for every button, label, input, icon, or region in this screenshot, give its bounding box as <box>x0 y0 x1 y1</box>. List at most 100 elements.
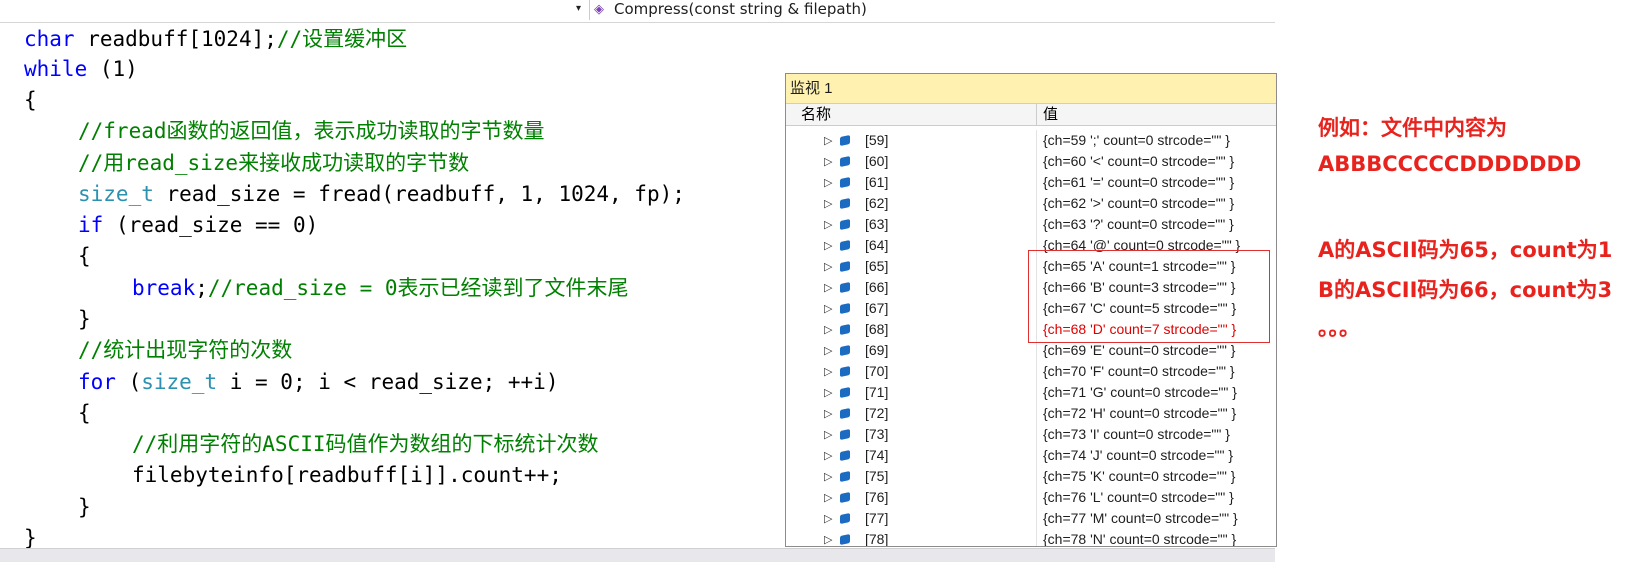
member-combo[interactable]: Compress(const string & filepath) <box>614 0 867 18</box>
annotation-line-2: ABBBCCCCCDDDDDDD <box>1318 152 1582 176</box>
watch-row-name: [75] <box>865 468 889 484</box>
code-type: size_t <box>78 182 154 206</box>
expand-arrow-icon[interactable]: ▷ <box>824 151 832 172</box>
annotation-line-3: A的ASCII码为65，count为1 <box>1318 238 1613 262</box>
expand-arrow-icon[interactable]: ▷ <box>824 361 832 382</box>
dropdown-arrow-icon[interactable]: ▾ <box>576 3 581 14</box>
variable-icon <box>840 407 850 420</box>
expand-arrow-icon[interactable]: ▷ <box>824 130 832 151</box>
column-value-header[interactable]: 值 <box>1036 104 1058 125</box>
watch-row-name: [65] <box>865 258 889 274</box>
watch-row[interactable]: ▷ [65] {ch=65 'A' count=1 strcode="" } <box>786 256 1276 277</box>
watch-row[interactable]: ▷ [75] {ch=75 'K' count=0 strcode="" } <box>786 466 1276 487</box>
code-text: ( <box>115 370 142 394</box>
code-line-15: filebyteinfo[readbuff[i]].count++; <box>132 463 562 487</box>
watch-row[interactable]: ▷ [74] {ch=74 'J' count=0 strcode="" } <box>786 445 1276 466</box>
watch-row[interactable]: ▷ [60] {ch=60 '<' count=0 strcode="" } <box>786 151 1276 172</box>
variable-icon <box>840 365 850 378</box>
watch-row-value: {ch=72 'H' count=0 strcode="" } <box>1036 403 1236 424</box>
watch-row[interactable]: ▷ [63] {ch=63 '?' count=0 strcode="" } <box>786 214 1276 235</box>
watch-row-value: {ch=66 'B' count=3 strcode="" } <box>1036 277 1235 298</box>
watch-row[interactable]: ▷ [66] {ch=66 'B' count=3 strcode="" } <box>786 277 1276 298</box>
watch-row[interactable]: ▷ [76] {ch=76 'L' count=0 strcode="" } <box>786 487 1276 508</box>
watch-row-name: [63] <box>865 216 889 232</box>
variable-icon <box>840 218 850 231</box>
variable-icon <box>840 302 850 315</box>
watch-row-name: [61] <box>865 174 889 190</box>
column-name-header[interactable]: 名称 <box>801 104 831 125</box>
watch-row-name: [67] <box>865 300 889 316</box>
watch-row-name: [62] <box>865 195 889 211</box>
watch-row[interactable]: ▷ [77] {ch=77 'M' count=0 strcode="" } <box>786 508 1276 529</box>
watch-row-value: {ch=61 '=' count=0 strcode="" } <box>1036 172 1234 193</box>
watch-row[interactable]: ▷ [70] {ch=70 'F' count=0 strcode="" } <box>786 361 1276 382</box>
watch-column-header: 名称 值 <box>786 104 1276 126</box>
watch-row[interactable]: ▷ [73] {ch=73 'I' count=0 strcode="" } <box>786 424 1276 445</box>
watch-row[interactable]: ▷ [72] {ch=72 'H' count=0 strcode="" } <box>786 403 1276 424</box>
watch-row[interactable]: ▷ [59] {ch=59 ';' count=0 strcode="" } <box>786 130 1276 151</box>
code-line-1: char readbuff[1024];//设置缓冲区 <box>24 23 407 55</box>
watch-row-name: [68] <box>865 321 889 337</box>
watch-row[interactable]: ▷ [67] {ch=67 'C' count=5 strcode="" } <box>786 298 1276 319</box>
expand-arrow-icon[interactable]: ▷ <box>824 193 832 214</box>
expand-arrow-icon[interactable]: ▷ <box>824 508 832 529</box>
watch-row[interactable]: ▷ [68] {ch=68 'D' count=7 strcode="" } <box>786 319 1276 340</box>
expand-arrow-icon[interactable]: ▷ <box>824 487 832 508</box>
expand-arrow-icon[interactable]: ▷ <box>824 466 832 487</box>
code-text: ; <box>195 276 208 300</box>
annotation-line-4: B的ASCII码为66，count为3 <box>1318 278 1613 302</box>
code-text: read_size = fread(readbuff, 1, 1024, fp)… <box>153 182 685 206</box>
code-line-4: //fread函数的返回值，表示成功读取的字节数量 <box>78 119 545 143</box>
watch-row-value: {ch=63 '?' count=0 strcode="" } <box>1036 214 1234 235</box>
expand-arrow-icon[interactable]: ▷ <box>824 319 832 340</box>
expand-arrow-icon[interactable]: ▷ <box>824 445 832 466</box>
watch-row-value: {ch=78 'N' count=0 strcode="" } <box>1036 529 1236 546</box>
watch-row-name: [73] <box>865 426 889 442</box>
watch-row-value: {ch=59 ';' count=0 strcode="" } <box>1036 130 1230 151</box>
watch-row-name: [78] <box>865 531 889 547</box>
horizontal-scrollbar[interactable] <box>0 548 1275 562</box>
code-line-9: break;//read_size = 0表示已经读到了文件末尾 <box>132 272 629 304</box>
variable-icon <box>840 449 850 462</box>
variable-icon <box>840 260 850 273</box>
watch-row-value: {ch=75 'K' count=0 strcode="" } <box>1036 466 1235 487</box>
watch-row-value: {ch=69 'E' count=0 strcode="" } <box>1036 340 1235 361</box>
watch-row[interactable]: ▷ [64] {ch=64 '@' count=0 strcode="" } <box>786 235 1276 256</box>
code-text: i = 0; i < read_size; ++i) <box>217 370 559 394</box>
watch-row[interactable]: ▷ [78] {ch=78 'N' count=0 strcode="" } <box>786 529 1276 547</box>
expand-arrow-icon[interactable]: ▷ <box>824 214 832 235</box>
expand-arrow-icon[interactable]: ▷ <box>824 277 832 298</box>
expand-arrow-icon[interactable]: ▷ <box>824 298 832 319</box>
expand-arrow-icon[interactable]: ▷ <box>824 529 832 546</box>
watch-row-value: {ch=65 'A' count=1 strcode="" } <box>1036 256 1235 277</box>
code-line-12: for (size_t i = 0; i < read_size; ++i) <box>78 366 558 398</box>
watch-row-value: {ch=76 'L' count=0 strcode="" } <box>1036 487 1234 508</box>
code-line-13: { <box>78 401 91 425</box>
watch-row-name: [71] <box>865 384 889 400</box>
code-comment: //read_size = 0表示已经读到了文件末尾 <box>207 276 629 300</box>
watch-row[interactable]: ▷ [71] {ch=71 'G' count=0 strcode="" } <box>786 382 1276 403</box>
watch-row-value: {ch=60 '<' count=0 strcode="" } <box>1036 151 1234 172</box>
expand-arrow-icon[interactable]: ▷ <box>824 256 832 277</box>
expand-arrow-icon[interactable]: ▷ <box>824 403 832 424</box>
code-line-14: //利用字符的ASCII码值作为数组的下标统计次数 <box>132 432 599 456</box>
watch-title: 监视 1 <box>786 74 1276 104</box>
watch-row-value: {ch=74 'J' count=0 strcode="" } <box>1036 445 1233 466</box>
watch-row[interactable]: ▷ [69] {ch=69 'E' count=0 strcode="" } <box>786 340 1276 361</box>
expand-arrow-icon[interactable]: ▷ <box>824 340 832 361</box>
code-line-11: //统计出现字符的次数 <box>78 338 293 362</box>
watch-window[interactable]: 监视 1 名称 值 ▷ [59] {ch=59 ';' count=0 strcod… <box>785 73 1277 547</box>
code-line-10: } <box>78 307 91 331</box>
variable-icon <box>840 533 850 546</box>
expand-arrow-icon[interactable]: ▷ <box>824 235 832 256</box>
expand-arrow-icon[interactable]: ▷ <box>824 424 832 445</box>
annotation-line-5: 。。。 <box>1318 316 1360 340</box>
watch-row[interactable]: ▷ [61] {ch=61 '=' count=0 strcode="" } <box>786 172 1276 193</box>
code-line-3: { <box>24 88 37 112</box>
expand-arrow-icon[interactable]: ▷ <box>824 172 832 193</box>
code-comment: //设置缓冲区 <box>276 27 408 51</box>
watch-row-value: {ch=70 'F' count=0 strcode="" } <box>1036 361 1235 382</box>
expand-arrow-icon[interactable]: ▷ <box>824 382 832 403</box>
watch-row[interactable]: ▷ [62] {ch=62 '>' count=0 strcode="" } <box>786 193 1276 214</box>
code-text: (1) <box>87 57 138 81</box>
